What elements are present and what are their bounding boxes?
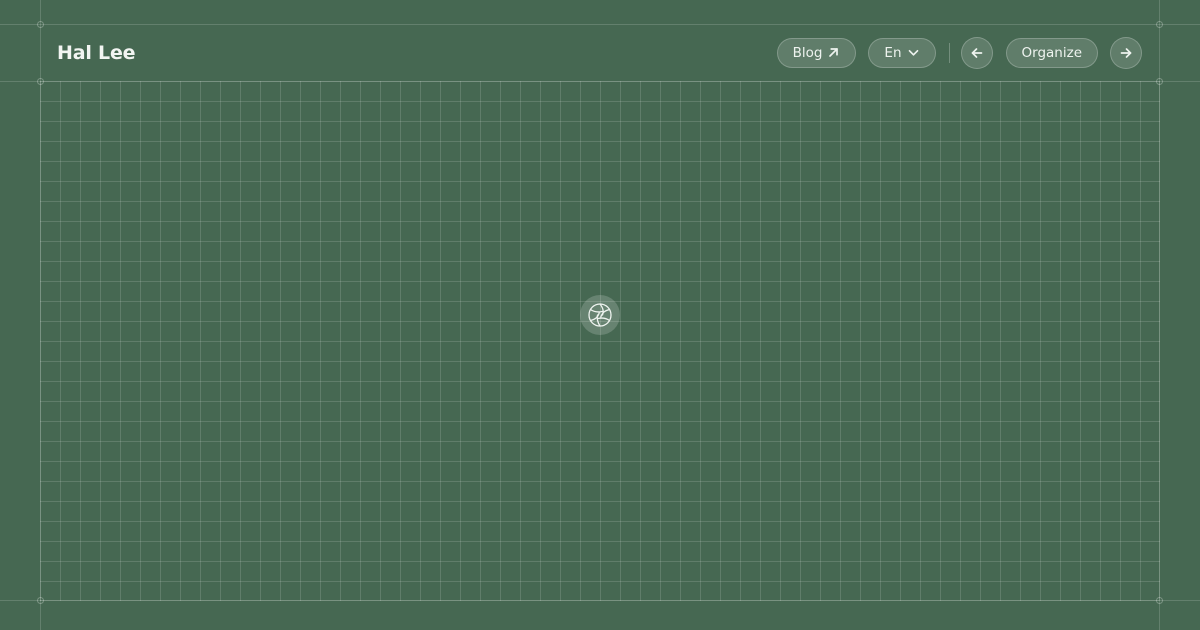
blog-button-label: Blog xyxy=(792,44,823,61)
organize-button-label: Organize xyxy=(1021,44,1082,61)
aperture-icon xyxy=(587,302,613,328)
loading-indicator xyxy=(580,295,620,335)
header-nav: Blog En Organize xyxy=(776,36,1142,69)
blog-button[interactable]: Blog xyxy=(776,37,857,68)
organize-button[interactable]: Organize xyxy=(1005,37,1098,68)
site-title[interactable]: Hal Lee xyxy=(57,42,136,64)
previous-button[interactable] xyxy=(960,36,993,69)
chevron-down-icon xyxy=(907,46,920,59)
language-select-value: En xyxy=(884,44,902,61)
language-select[interactable]: En xyxy=(868,37,936,68)
canvas-grid xyxy=(40,81,1160,601)
next-button[interactable] xyxy=(1110,36,1142,69)
arrow-up-right-icon xyxy=(827,46,840,59)
arrow-left-icon xyxy=(970,46,984,60)
site-header: Hal Lee Blog En Organize xyxy=(40,24,1160,81)
arrow-right-icon xyxy=(1119,46,1133,60)
nav-divider xyxy=(948,42,950,63)
